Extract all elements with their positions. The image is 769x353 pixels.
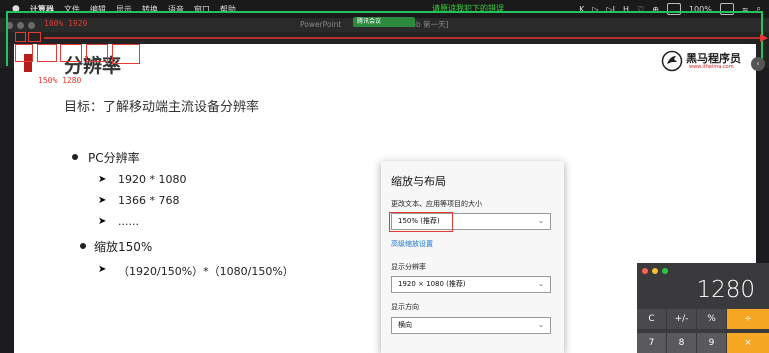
pixel-box-scaled <box>60 44 82 62</box>
app-status-icon[interactable] <box>666 3 681 15</box>
sub-bullet-ellipsis: ...... <box>118 215 139 228</box>
sub-bullet-formula: （1920/150%）*（1080/150%） <box>118 265 294 278</box>
pixel-box-scaled <box>112 44 140 64</box>
meeting-indicator[interactable]: 腾讯会议 <box>353 17 415 27</box>
zoom-window-button[interactable] <box>28 22 35 29</box>
pixel-box <box>28 32 41 42</box>
orientation-label: 显示方向 <box>391 303 419 311</box>
key-divide[interactable]: ÷ <box>727 309 769 329</box>
calculator-display: 1280 <box>696 277 755 303</box>
pixel-box <box>15 32 26 42</box>
resolution-label: 显示分辨率 <box>391 263 426 271</box>
frame-left <box>6 11 8 66</box>
full-width-label: 100% 1920 <box>44 19 88 28</box>
sub-bullet-arrow-icon: ➤ <box>98 174 107 185</box>
sub-bullet-1920: 1920 * 1080 <box>118 173 187 186</box>
sub-bullet-1366: 1366 * 768 <box>118 194 180 207</box>
orientation-select[interactable]: 横向 ⌄ <box>391 317 551 334</box>
scale-highlight <box>389 212 453 232</box>
logo-url: www.itheima.com <box>689 64 734 70</box>
sub-bullet-arrow-icon: ➤ <box>98 195 107 206</box>
key-clear[interactable]: C <box>637 309 666 329</box>
horse-logo-icon <box>661 50 683 72</box>
frame-top <box>6 11 763 13</box>
panel-title: 缩放与布局 <box>391 175 446 188</box>
calc-minimize-button[interactable] <box>652 268 658 274</box>
pixel-box-scaled <box>15 44 33 62</box>
slide-subtitle: 目标：了解移动端主流设备分辨率 <box>64 100 260 115</box>
scale-label: 更改文本、应用等项目的大小 <box>391 200 482 208</box>
display-settings-panel: 缩放与布局 更改文本、应用等项目的大小 150% (推荐) ⌄ 高级缩放设置 显示… <box>381 161 564 353</box>
bullet-marker <box>80 243 86 249</box>
key-multiply[interactable]: × <box>727 333 769 353</box>
key-9[interactable]: 9 <box>697 333 726 353</box>
resolution-select[interactable]: 1920 × 1080 (推荐) ⌄ <box>391 276 551 293</box>
key-8[interactable]: 8 <box>667 333 696 353</box>
sub-bullet-arrow-icon: ➤ <box>98 264 107 275</box>
bullet-scale-150: 缩放150% <box>94 240 153 254</box>
scaled-label: 150% 1280 <box>38 76 82 85</box>
chevron-down-icon: ⌄ <box>538 217 544 225</box>
bullet-pc-resolution: PC分辨率 <box>88 151 140 165</box>
chevron-down-icon: ⌄ <box>538 321 544 329</box>
brand-logo: 黑马程序员 www.itheima.com <box>661 49 756 74</box>
expand-icon[interactable]: ‹ <box>751 57 765 71</box>
bullet-marker <box>72 154 78 160</box>
sub-bullet-arrow-icon: ➤ <box>98 216 107 227</box>
chevron-down-icon: ⌄ <box>538 280 544 288</box>
minimize-window-button[interactable] <box>17 22 24 29</box>
key-sign[interactable]: +/- <box>667 309 696 329</box>
key-percent[interactable]: % <box>697 309 726 329</box>
calc-zoom-button[interactable] <box>662 268 668 274</box>
battery-icon <box>719 3 734 15</box>
pixel-box-scaled <box>86 44 108 62</box>
key-7[interactable]: 7 <box>637 333 666 353</box>
advanced-scaling-link[interactable]: 高级缩放设置 <box>391 239 433 249</box>
pixel-box-scaled <box>37 44 57 62</box>
calc-close-button[interactable] <box>642 268 648 274</box>
calculator-window: 1280 C +/- % ÷ 7 8 9 × <box>637 263 769 353</box>
full-width-arrow <box>44 34 768 42</box>
menubar-status-area: K ▷ ▷I H ♡ ⊕ 100% ≈ ⌕ <box>579 0 761 18</box>
